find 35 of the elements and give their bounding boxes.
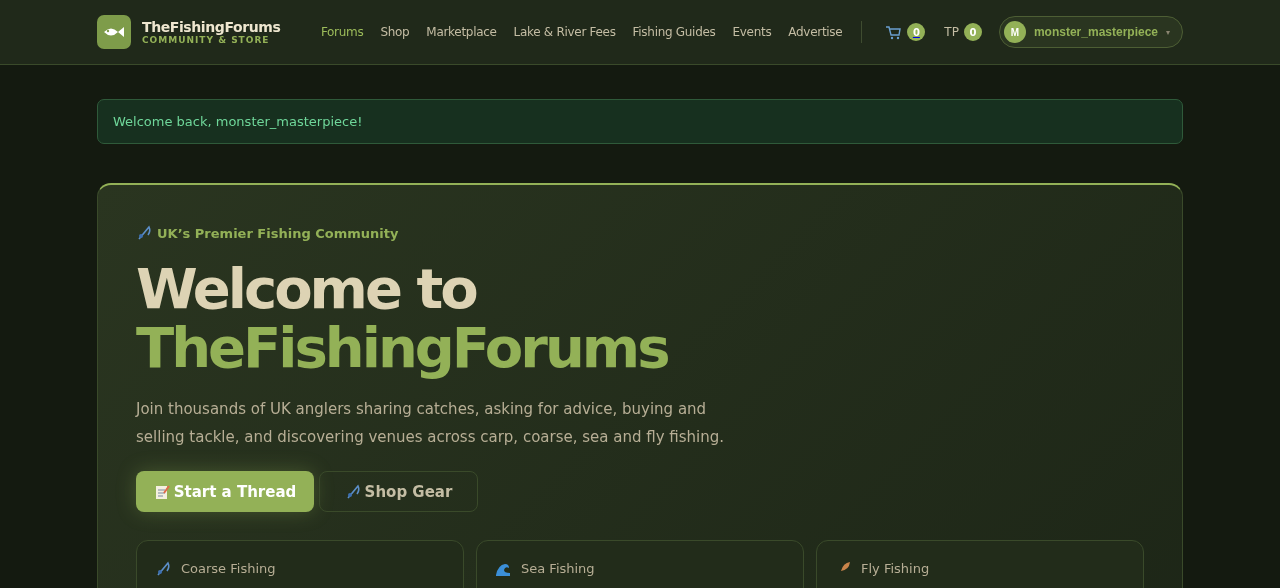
brand-name: TheFishingForums xyxy=(142,19,281,35)
hero-title: Welcome to xyxy=(136,259,476,318)
hero-description: Join thousands of UK anglers sharing catches, asking for advice, buying and selling tackle, and discovering venues across carp, coarse, sea and fly fishing. xyxy=(136,399,726,448)
brand-tagline: COMMUNITY & STORE xyxy=(142,35,271,45)
username: monster_masterpiece xyxy=(1033,25,1158,39)
category-title: Coarse Fishing xyxy=(181,561,276,576)
cart-icon xyxy=(885,24,902,40)
nav-link[interactable]: Events xyxy=(732,25,772,39)
caret: ▾ xyxy=(1166,27,1170,37)
fishing-rod-icon xyxy=(344,483,361,500)
nav-link[interactable]: Marketplace xyxy=(426,25,497,39)
fishing-rod-icon xyxy=(136,225,152,241)
category-card[interactable]: Coarse Fishing xyxy=(136,540,464,588)
tp-label: TP xyxy=(944,25,959,39)
nav-link[interactable]: Advertise xyxy=(788,25,843,39)
tp-count: 0 xyxy=(963,23,982,41)
welcome-alert: Welcome back, monster_masterpiece! xyxy=(97,99,1183,144)
wave-icon xyxy=(495,561,511,577)
nav-link[interactable]: Forums xyxy=(320,25,364,39)
category-card[interactable]: Sea Fishing xyxy=(476,540,804,588)
nav-link[interactable]: Shop xyxy=(380,25,410,39)
hero-title-brand: TheFishingForums xyxy=(136,318,668,377)
nav-link[interactable]: Fishing Guides xyxy=(632,25,716,39)
avatar: M xyxy=(1003,21,1026,43)
fish-logo[interactable] xyxy=(97,15,131,49)
shop-button[interactable]: Shop Gear xyxy=(319,471,478,512)
user-menu[interactable]: M monster_masterpiece ▾ xyxy=(998,16,1183,48)
category-title: Fly Fishing xyxy=(861,561,930,576)
fishing-rod-icon xyxy=(155,561,171,577)
hero-eyebrow: UK’s Premier Fishing Community xyxy=(157,225,399,241)
cart-count: 0 xyxy=(907,23,926,41)
category-card[interactable]: Fly Fishing xyxy=(816,540,1144,588)
category-title: Sea Fishing xyxy=(521,561,595,576)
memo-icon xyxy=(153,483,170,500)
nav-link[interactable]: Lake & River Fees xyxy=(513,25,616,39)
